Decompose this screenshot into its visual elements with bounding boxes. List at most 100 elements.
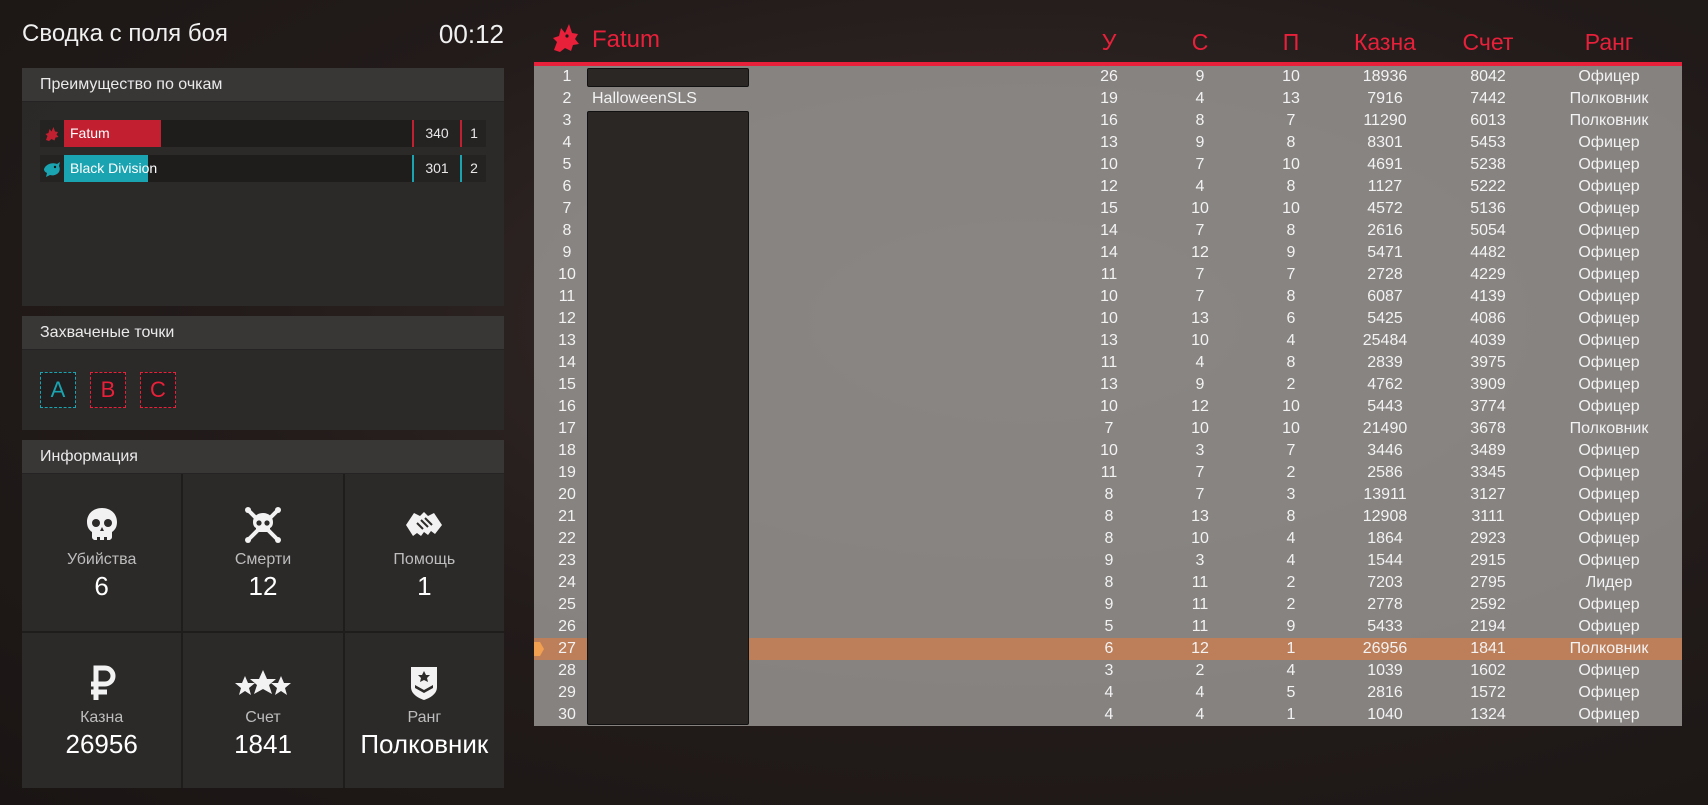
player-score: 6013 (1470, 112, 1506, 129)
scoreboard-header: Fatum У С П Казна Счет Ранг (534, 18, 1682, 66)
player-score: 4229 (1470, 266, 1506, 283)
player-treasury: 12908 (1362, 508, 1408, 525)
player-score: 3489 (1470, 442, 1506, 459)
player-rank: Офицер (1578, 442, 1640, 459)
team-score: 301 (414, 155, 462, 182)
player-position: 15 (558, 376, 576, 393)
team-name: Black Division (70, 160, 158, 176)
player-treasury: 2839 (1367, 354, 1403, 371)
player-rank: Офицер (1578, 222, 1640, 239)
player-deaths: 10 (1191, 420, 1209, 437)
summary-header: Сводка с поля боя 00:12 (22, 0, 504, 68)
handshake-icon (403, 503, 445, 547)
player-row[interactable]: 2 19 4 13 7916 7442 Полковник HalloweenSLS (534, 88, 1682, 110)
player-assists: 8 (1286, 222, 1296, 239)
redacted-names-block (587, 111, 749, 725)
player-deaths: 4 (1195, 706, 1205, 723)
player-deaths: 4 (1195, 178, 1205, 195)
player-position: 30 (558, 706, 576, 723)
player-rank: Офицер (1578, 706, 1640, 723)
player-position: 22 (558, 530, 576, 547)
player-treasury: 4572 (1367, 200, 1403, 217)
score-stat: Счет 1841 (183, 633, 343, 788)
wolf-emblem-icon (550, 22, 582, 59)
player-deaths: 3 (1195, 552, 1205, 569)
player-treasury: 5425 (1367, 310, 1403, 327)
kills-value: 6 (94, 571, 109, 601)
player-position: 19 (558, 464, 576, 481)
player-rank: Лидер (1585, 574, 1633, 591)
player-rank: Офицер (1578, 354, 1640, 371)
player-deaths: 9 (1195, 68, 1205, 85)
player-position: 6 (562, 178, 572, 195)
kills-stat: Убийства 6 (22, 474, 182, 631)
player-rank: Полковник (1569, 112, 1649, 129)
match-timer: 00:12 (438, 18, 504, 49)
player-rank: Офицер (1578, 464, 1640, 481)
player-score: 3127 (1470, 486, 1506, 503)
player-name: HalloweenSLS (592, 90, 697, 107)
info-title: Информация (22, 440, 504, 474)
player-deaths: 12 (1191, 244, 1209, 261)
player-position: 11 (558, 288, 576, 305)
player-score: 1572 (1470, 684, 1506, 701)
column-deaths[interactable]: С (1170, 18, 1230, 66)
player-deaths: 8 (1195, 112, 1205, 129)
player-assists: 4 (1286, 332, 1296, 349)
player-assists: 8 (1286, 354, 1296, 371)
player-assists: 2 (1286, 464, 1296, 481)
player-deaths: 7 (1195, 266, 1205, 283)
player-assists: 3 (1286, 486, 1296, 503)
points-advantage-title: Преимущество по очкам (22, 68, 504, 102)
player-position: 24 (558, 574, 576, 591)
player-rank: Офицер (1578, 332, 1640, 349)
player-deaths: 9 (1195, 134, 1205, 151)
player-position: 17 (558, 420, 576, 437)
column-kills[interactable]: У (1079, 18, 1139, 66)
player-score: 2194 (1470, 618, 1506, 635)
player-deaths: 11 (1191, 574, 1209, 591)
player-rank: Офицер (1578, 552, 1640, 569)
player-treasury: 4762 (1367, 376, 1403, 393)
team-score-list: Fatum 340 1 Black Division 301 2 (22, 102, 504, 306)
stars-icon (233, 661, 293, 705)
wolf-emblem-icon (40, 120, 64, 147)
player-deaths: 9 (1195, 376, 1205, 393)
player-score: 3345 (1470, 464, 1506, 481)
player-score: 2915 (1470, 552, 1506, 569)
player-treasury: 5443 (1367, 398, 1403, 415)
team-progress-bar: Black Division (64, 155, 414, 182)
column-score[interactable]: Счет (1443, 18, 1533, 66)
player-rank: Полковник (1569, 90, 1649, 107)
player-deaths: 7 (1195, 464, 1205, 481)
column-rank[interactable]: Ранг (1554, 18, 1664, 66)
player-score: 3678 (1470, 420, 1506, 437)
player-deaths: 4 (1195, 354, 1205, 371)
player-treasury: 1040 (1367, 706, 1403, 723)
column-assists[interactable]: П (1261, 18, 1321, 66)
player-position: 20 (558, 486, 576, 503)
player-deaths: 10 (1191, 530, 1209, 547)
rank-stat: Ранг Полковник (344, 633, 504, 788)
player-rank: Офицер (1578, 508, 1640, 525)
player-rank: Офицер (1578, 156, 1640, 173)
player-rank: Полковник (1569, 420, 1649, 437)
player-position: 26 (558, 618, 576, 635)
scoreboard-team: Fatum (534, 22, 1034, 59)
redacted-name-block (587, 68, 749, 87)
deaths-value: 12 (248, 571, 278, 601)
player-treasury: 18936 (1362, 68, 1408, 85)
player-assists: 1 (1286, 706, 1296, 723)
column-treasury[interactable]: Казна (1335, 18, 1435, 66)
player-treasury: 7916 (1367, 90, 1403, 107)
player-score: 2795 (1470, 574, 1506, 591)
player-position: 13 (558, 332, 576, 349)
player-position: 2 (562, 90, 572, 107)
player-position: 5 (562, 156, 572, 173)
player-rank: Офицер (1578, 266, 1640, 283)
player-deaths: 13 (1191, 310, 1209, 327)
player-deaths: 7 (1195, 288, 1205, 305)
player-score: 3111 (1471, 508, 1505, 525)
player-kills: 13 (1100, 376, 1118, 393)
player-position: 12 (558, 310, 576, 327)
